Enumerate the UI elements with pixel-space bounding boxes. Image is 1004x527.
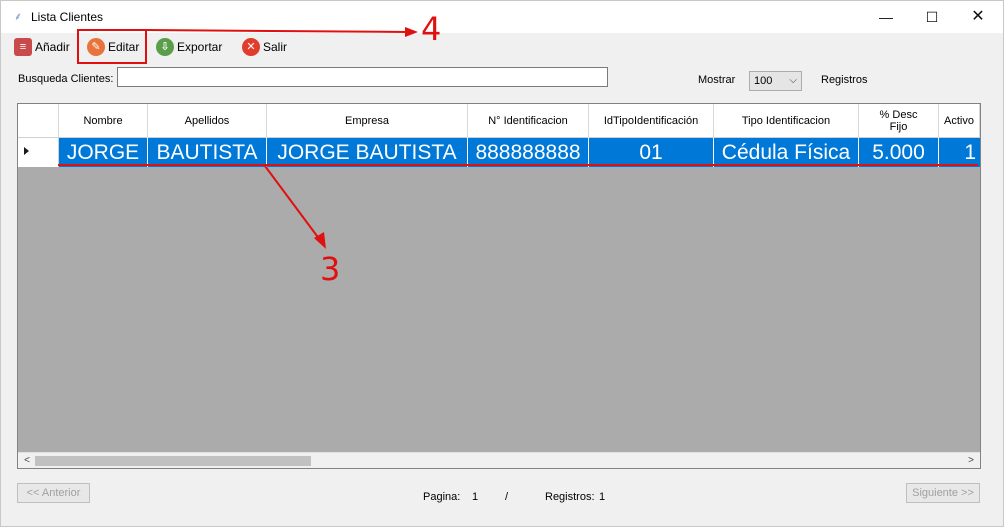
records-label: Registros: (545, 491, 595, 503)
cell-empresa[interactable]: JORGE BAUTISTA (267, 138, 468, 167)
page-size-value: 100 (754, 75, 773, 87)
exit-button-label: Salir (263, 40, 288, 54)
clients-grid[interactable]: Nombre Apellidos Empresa N° Identificaci… (17, 103, 981, 469)
exit-button[interactable]: ✕ Salir (242, 35, 287, 59)
scroll-right-icon[interactable]: > (964, 454, 978, 468)
cell-tipo-identificacion[interactable]: Cédula Física (714, 138, 859, 167)
current-row-arrow-icon (24, 147, 29, 155)
page-size-select[interactable]: 100 ⌵ (749, 71, 802, 91)
page-value: 1 (472, 491, 479, 503)
chevron-down-icon: ⌵ (789, 75, 797, 86)
search-label: Busqueda Clientes: (18, 73, 114, 85)
add-record-icon: ≡ (14, 38, 32, 56)
scroll-left-icon[interactable]: < (20, 454, 34, 468)
search-input[interactable] (117, 67, 608, 87)
page-label: Pagina: (423, 491, 461, 503)
app-icon: ⸙ (13, 11, 23, 23)
cell-id-tipo-identificacion[interactable]: 01 (589, 138, 714, 167)
scrollbar-thumb[interactable] (35, 456, 311, 466)
annotation-step-4: 4 (421, 10, 442, 48)
row-header[interactable] (18, 138, 59, 167)
previous-page-button[interactable]: << Anterior (17, 483, 90, 503)
cell-apellidos[interactable]: BAUTISTA (148, 138, 267, 167)
title-bar: ⸙ Lista Clientes — ☐ ✕ (1, 1, 1003, 33)
page-separator: / (505, 491, 509, 503)
cell-nombre[interactable]: JORGE (59, 138, 148, 167)
column-header-identificacion[interactable]: N° Identificacion (468, 104, 589, 138)
toolbar: ≡ Añadir ✎ Editar ⇩ Exportar ✕ Salir (1, 33, 1003, 61)
horizontal-scrollbar[interactable]: < > (18, 452, 980, 468)
column-header-tipo-identificacion[interactable]: Tipo Identificacion (714, 104, 859, 138)
column-header-desc-fijo[interactable]: % Desc Fijo (859, 104, 939, 138)
maximize-button[interactable]: ☐ (909, 1, 955, 33)
edit-button-highlight (77, 29, 147, 64)
cell-identificacion[interactable]: 888888888 (468, 138, 589, 167)
minimize-button[interactable]: — (863, 1, 909, 33)
column-header-apellidos[interactable]: Apellidos (148, 104, 267, 138)
export-button[interactable]: ⇩ Exportar (156, 35, 222, 59)
annotation-step-3: 3 (320, 250, 341, 288)
next-page-button[interactable]: Siguiente >> (906, 483, 980, 503)
column-header-empresa[interactable]: Empresa (267, 104, 468, 138)
column-header-nombre[interactable]: Nombre (59, 104, 148, 138)
export-button-label: Exportar (177, 40, 223, 54)
window-title: Lista Clientes (31, 10, 104, 24)
exit-icon: ✕ (242, 38, 260, 56)
cell-desc-fijo[interactable]: 5.000 (859, 138, 939, 167)
grid-header: Nombre Apellidos Empresa N° Identificaci… (18, 104, 980, 138)
add-button-label: Añadir (35, 40, 70, 54)
window: ⸙ Lista Clientes — ☐ ✕ ≡ Añadir ✎ Editar… (0, 0, 1004, 527)
records-value: 1 (599, 491, 606, 503)
column-header-activo[interactable]: Activo (939, 104, 980, 138)
corner-header (18, 104, 59, 138)
close-button[interactable]: ✕ (955, 1, 1001, 33)
column-header-id-tipo-identificacion[interactable]: IdTipoIdentificación (589, 104, 714, 138)
page-size-suffix: Registros (821, 74, 868, 86)
cell-activo[interactable]: 1 (939, 138, 980, 167)
export-icon: ⇩ (156, 38, 174, 56)
page-size-label: Mostrar (698, 74, 736, 86)
add-button[interactable]: ≡ Añadir (14, 35, 70, 59)
